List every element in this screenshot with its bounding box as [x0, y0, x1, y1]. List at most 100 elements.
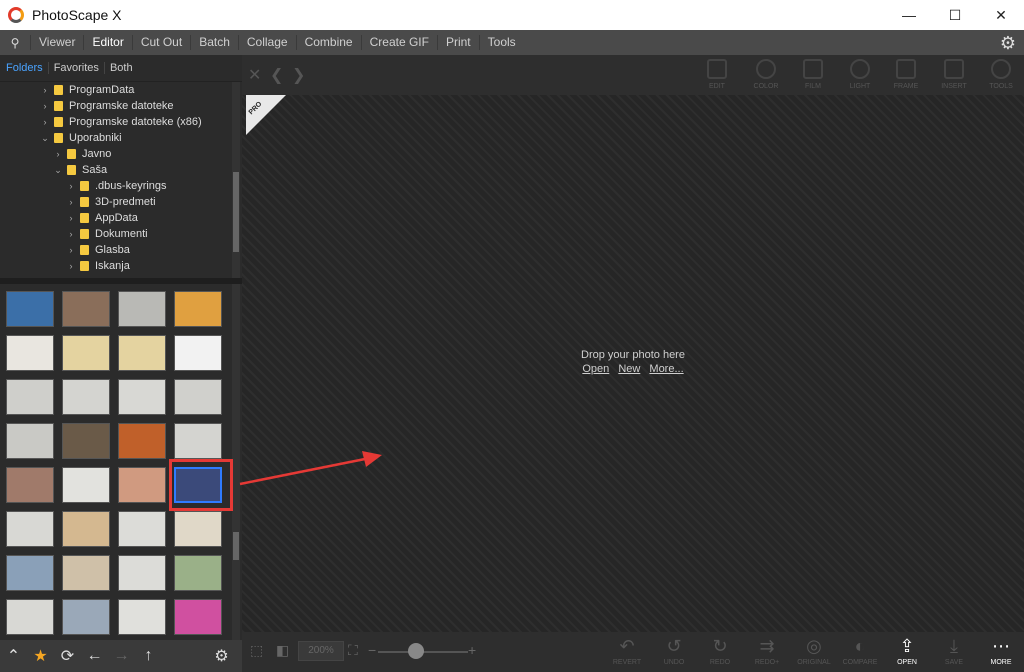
- tab-both[interactable]: Both: [105, 62, 138, 74]
- maximize-button[interactable]: ☐: [932, 0, 978, 30]
- photo-thumbnail[interactable]: [174, 423, 222, 459]
- favorite-star-icon[interactable]: ★: [27, 640, 54, 672]
- chevron-down-icon[interactable]: ⌄: [53, 165, 63, 176]
- back-arrow-icon[interactable]: ←: [81, 640, 108, 672]
- tab-folders[interactable]: Folders: [6, 62, 49, 74]
- photo-thumbnail[interactable]: [174, 379, 222, 415]
- chevron-right-icon[interactable]: ›: [66, 245, 76, 255]
- tool-frame[interactable]: FRAME: [884, 59, 928, 90]
- undo-button[interactable]: ↺ UNDO: [651, 635, 697, 666]
- photo-thumbnail[interactable]: [118, 423, 166, 459]
- tree-item[interactable]: ⌄ Uporabniki: [0, 130, 232, 146]
- menu-collage[interactable]: Collage: [237, 35, 296, 50]
- photo-thumbnail[interactable]: [62, 467, 110, 503]
- photo-thumbnail[interactable]: [118, 335, 166, 371]
- editor-canvas[interactable]: PRO Drop your photo here Open New More..…: [242, 95, 1024, 632]
- redo-button[interactable]: ↻ REDO: [697, 635, 743, 666]
- open-button[interactable]: ⇪ OPEN: [884, 635, 930, 666]
- menu-tools[interactable]: Tools: [478, 35, 524, 50]
- tree-item[interactable]: › Glasba: [0, 242, 232, 258]
- photo-thumbnail[interactable]: [174, 599, 222, 635]
- thumbnail-scrollbar-thumb[interactable]: [233, 532, 239, 560]
- close-button[interactable]: ✕: [978, 0, 1024, 30]
- chevron-right-icon[interactable]: ›: [66, 213, 76, 223]
- chevron-down-icon[interactable]: ⌄: [40, 133, 50, 144]
- tree-item[interactable]: › Iskanja: [0, 258, 232, 274]
- search-icon[interactable]: ⚲: [0, 30, 30, 55]
- photo-thumbnail[interactable]: [62, 379, 110, 415]
- more-button[interactable]: ⋯ MORE: [978, 635, 1024, 666]
- tool-tools[interactable]: TOOLS: [979, 59, 1023, 90]
- settings-gear-icon[interactable]: ⚙: [1000, 33, 1016, 54]
- photo-thumbnail[interactable]: [6, 511, 54, 547]
- chevron-right-icon[interactable]: ›: [40, 85, 50, 95]
- tree-scrollbar-thumb[interactable]: [233, 172, 239, 252]
- photo-thumbnail[interactable]: [118, 511, 166, 547]
- parent-folder-icon[interactable]: ↑: [135, 640, 162, 672]
- split-view-icon[interactable]: ◧: [276, 642, 289, 659]
- browser-settings-icon[interactable]: ⚙: [208, 640, 235, 672]
- revert-button[interactable]: ↶ REVERT: [604, 635, 650, 666]
- chevron-right-icon[interactable]: ›: [66, 229, 76, 239]
- photo-thumbnail[interactable]: [118, 467, 166, 503]
- new-link[interactable]: New: [618, 363, 640, 375]
- compare-button[interactable]: ◐ COMPARE: [837, 635, 883, 666]
- tree-item[interactable]: › AppData: [0, 210, 232, 226]
- tool-insert[interactable]: INSERT: [932, 59, 976, 90]
- photo-thumbnail[interactable]: [174, 291, 222, 327]
- photo-thumbnail[interactable]: [62, 511, 110, 547]
- tree-item[interactable]: › Programske datoteke (x86): [0, 114, 232, 130]
- tool-edit[interactable]: EDIT: [695, 59, 739, 90]
- tree-item[interactable]: › Javno: [0, 146, 232, 162]
- tool-film[interactable]: FILM: [791, 59, 835, 90]
- tab-favorites[interactable]: Favorites: [49, 62, 105, 74]
- menu-create-gif[interactable]: Create GIF: [360, 35, 437, 50]
- photo-thumbnail[interactable]: [6, 335, 54, 371]
- thumbnail-scrollbar[interactable]: [232, 284, 240, 640]
- next-photo-icon[interactable]: ❯: [292, 65, 305, 85]
- photo-thumbnail[interactable]: [118, 379, 166, 415]
- photo-thumbnail[interactable]: [6, 291, 54, 327]
- photo-thumbnail[interactable]: [62, 423, 110, 459]
- tree-item[interactable]: › 3D-predmeti: [0, 194, 232, 210]
- tool-light[interactable]: LIGHT: [838, 59, 882, 90]
- menu-viewer[interactable]: Viewer: [30, 35, 83, 50]
- menu-combine[interactable]: Combine: [295, 35, 361, 50]
- tree-item[interactable]: › Dokumenti: [0, 226, 232, 242]
- chevron-right-icon[interactable]: ›: [66, 261, 76, 271]
- collapse-up-icon[interactable]: ⌃: [0, 640, 27, 672]
- chevron-right-icon[interactable]: ›: [53, 149, 63, 159]
- photo-thumbnail[interactable]: [62, 555, 110, 591]
- forward-arrow-icon[interactable]: →: [108, 640, 135, 672]
- zoom-level[interactable]: 200%: [298, 641, 344, 661]
- save-button[interactable]: ⤓ SAVE: [931, 635, 977, 666]
- original-button[interactable]: ◎ ORIGINAL: [791, 635, 837, 666]
- photo-thumbnail[interactable]: [62, 335, 110, 371]
- menu-editor[interactable]: Editor: [83, 35, 131, 50]
- photo-thumbnail[interactable]: [6, 423, 54, 459]
- chevron-right-icon[interactable]: ›: [66, 197, 76, 207]
- chevron-right-icon[interactable]: ›: [66, 181, 76, 191]
- chevron-right-icon[interactable]: ›: [40, 117, 50, 127]
- menu-cut-out[interactable]: Cut Out: [131, 35, 190, 50]
- photo-thumbnail[interactable]: [118, 599, 166, 635]
- photo-thumbnail[interactable]: [174, 335, 222, 371]
- tree-item[interactable]: › ProgramData: [0, 82, 232, 98]
- tree-item[interactable]: › Programske datoteke: [0, 98, 232, 114]
- photo-thumbnail[interactable]: [6, 379, 54, 415]
- previous-photo-icon[interactable]: ❮: [270, 65, 283, 85]
- tree-item[interactable]: ⌄ Saša: [0, 162, 232, 178]
- fit-screen-icon[interactable]: ⛶: [348, 642, 358, 659]
- tool-color[interactable]: COLOR: [744, 59, 788, 90]
- more-link[interactable]: More...: [649, 363, 683, 375]
- photo-thumbnail[interactable]: [62, 291, 110, 327]
- photo-thumbnail[interactable]: [6, 599, 54, 635]
- menu-batch[interactable]: Batch: [190, 35, 238, 50]
- zoom-slider-knob[interactable]: [408, 643, 424, 659]
- crop-select-icon[interactable]: ⬚: [250, 642, 263, 659]
- zoom-out-button[interactable]: −: [368, 642, 376, 658]
- photo-thumbnail[interactable]: [174, 511, 222, 547]
- chevron-right-icon[interactable]: ›: [40, 101, 50, 111]
- photo-thumbnail[interactable]: [62, 599, 110, 635]
- tree-item[interactable]: › .dbus-keyrings: [0, 178, 232, 194]
